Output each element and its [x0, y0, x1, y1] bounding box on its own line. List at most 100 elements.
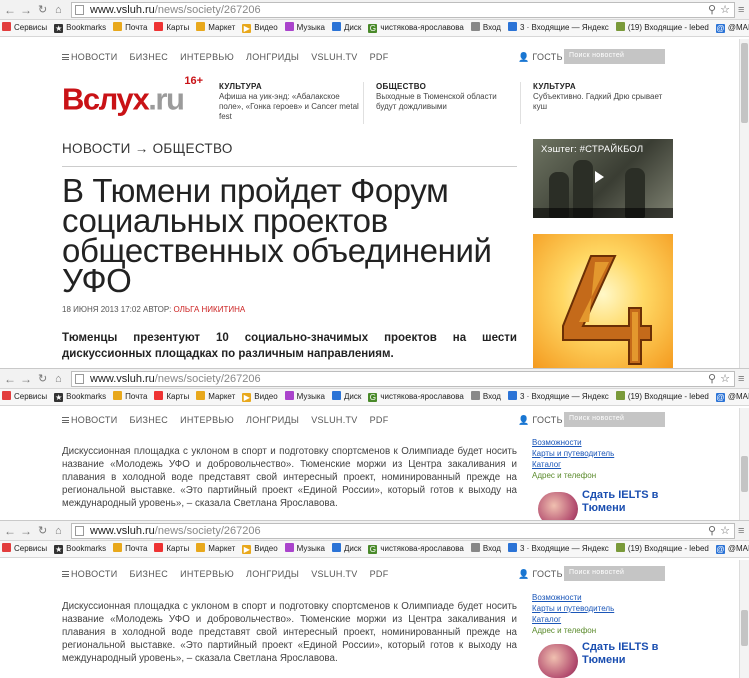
bookmark-item[interactable]: 3 · Входящие — Яндекс: [507, 20, 609, 36]
zoom-icon[interactable]: ⚲: [708, 524, 716, 538]
play-icon[interactable]: [595, 171, 604, 183]
scrollbar-thumb[interactable]: [741, 43, 748, 123]
back-arrow-icon[interactable]: ←: [4, 3, 16, 17]
side-address[interactable]: Адрес и телефон: [532, 625, 670, 636]
bookmark-item[interactable]: Gчистякова-ярославова: [368, 541, 464, 557]
back-arrow-icon[interactable]: ←: [4, 524, 16, 538]
headline-3[interactable]: КУЛЬТУРА Субъективно. Гадкий Дрю срывает …: [533, 82, 668, 112]
scrollbar[interactable]: [739, 39, 749, 368]
nav-item-news[interactable]: НОВОСТИ: [71, 415, 117, 425]
bookmark-item[interactable]: (19) Входящие - lebed: [615, 20, 709, 36]
video-thumbnail[interactable]: Хэштег: #СТРАЙКБОЛ: [533, 139, 673, 218]
bookmark-item[interactable]: Почта: [113, 389, 147, 405]
bookmark-item[interactable]: Сервисы: [2, 541, 47, 557]
hamburger-icon[interactable]: [62, 417, 69, 423]
nav-item-longreads[interactable]: ЛОНГРИДЫ: [246, 569, 299, 579]
menu-icon[interactable]: ≡: [738, 3, 744, 17]
headline-2[interactable]: ОБЩЕСТВО Выходные в Тюменской области буд…: [376, 82, 511, 112]
bookmark-item[interactable]: Почта: [113, 541, 147, 557]
nav-item-tv[interactable]: VSLUH.TV: [311, 52, 357, 62]
star-icon[interactable]: ☆: [720, 524, 730, 538]
bookmark-item[interactable]: ▶ Видео: [242, 20, 278, 36]
bookmark-item[interactable]: Маркет: [196, 389, 235, 405]
side-link[interactable]: Каталог: [532, 459, 670, 470]
bookmark-item[interactable]: ▶ Видео: [242, 389, 278, 405]
nav-item-news[interactable]: НОВОСТИ: [71, 569, 117, 579]
ielts-ad[interactable]: Сдать IELTS в Тюмени: [532, 489, 670, 520]
bookmark-item[interactable]: Вход: [470, 541, 501, 557]
bookmark-item[interactable]: Gчистякова-ярославова: [368, 389, 464, 405]
bookmark-item[interactable]: ★ Bookmarks: [54, 541, 106, 557]
bookmark-item[interactable]: Музыка: [284, 389, 325, 405]
nav-item-business[interactable]: БИЗНЕС: [129, 52, 168, 62]
breadcrumb-society[interactable]: ОБЩЕСТВО: [153, 141, 233, 156]
home-icon[interactable]: ⌂: [55, 3, 62, 17]
bookmark-item[interactable]: Диск: [331, 541, 361, 557]
bookmark-item[interactable]: Вход: [470, 389, 501, 405]
nav-item-pdf[interactable]: PDF: [370, 52, 389, 62]
bookmark-item[interactable]: ▶ Видео: [242, 541, 278, 557]
nav-item-interview[interactable]: ИНТЕРВЬЮ: [180, 569, 234, 579]
scrollbar-thumb[interactable]: [741, 610, 748, 646]
bookmark-item[interactable]: Вход: [470, 20, 501, 36]
reload-icon[interactable]: ↻: [38, 3, 47, 17]
nav-item-business[interactable]: БИЗНЕС: [129, 415, 168, 425]
bookmark-item[interactable]: ★ Bookmarks: [54, 389, 106, 405]
bookmark-item[interactable]: @@MAIL.RU: почта, пои: [715, 541, 749, 557]
search-input[interactable]: Поиск новостей: [564, 49, 665, 64]
star-icon[interactable]: ☆: [720, 3, 730, 17]
article-author[interactable]: ОЛЬГА НИКИТИНА: [174, 305, 246, 314]
url-input[interactable]: www.vsluh.ru/news/society/267206 ⚲ ☆: [71, 2, 735, 18]
nav-item-interview[interactable]: ИНТЕРВЬЮ: [180, 415, 234, 425]
side-address[interactable]: Адрес и телефон: [532, 470, 670, 481]
bookmark-item[interactable]: Маркет: [196, 20, 235, 36]
star-icon[interactable]: ☆: [720, 372, 730, 386]
home-icon[interactable]: ⌂: [55, 524, 62, 538]
menu-icon[interactable]: ≡: [738, 524, 744, 538]
forward-arrow-icon[interactable]: →: [20, 524, 32, 538]
ielts-ad[interactable]: Сдать IELTS в Тюмени: [532, 641, 670, 678]
nav-item-tv[interactable]: VSLUH.TV: [311, 569, 357, 579]
nav-item-interview[interactable]: ИНТЕРВЬЮ: [180, 52, 234, 62]
bookmark-item[interactable]: Диск: [331, 20, 361, 36]
nav-item-tv[interactable]: VSLUH.TV: [311, 415, 357, 425]
guest-login[interactable]: 👤 ГОСТЬ: [518, 569, 563, 580]
breadcrumb-news[interactable]: НОВОСТИ: [62, 141, 131, 156]
bookmark-item[interactable]: Карты: [154, 541, 189, 557]
ad-banner-image[interactable]: [533, 234, 673, 368]
side-link[interactable]: Карты и путеводитель: [532, 603, 670, 614]
side-link[interactable]: Возможности: [532, 592, 670, 603]
bookmark-item[interactable]: Карты: [154, 20, 189, 36]
bookmark-item[interactable]: @@MAIL.RU: почта, пои: [715, 20, 749, 36]
search-input[interactable]: Поиск новостей: [564, 566, 665, 581]
guest-login[interactable]: 👤 ГОСТЬ: [518, 415, 563, 426]
scrollbar-thumb[interactable]: [741, 456, 748, 492]
home-icon[interactable]: ⌂: [55, 372, 62, 386]
headline-1[interactable]: КУЛЬТУРА Афиша на уик-энд: «Абалакское по…: [219, 82, 359, 122]
nav-item-pdf[interactable]: PDF: [370, 415, 389, 425]
nav-item-pdf[interactable]: PDF: [370, 569, 389, 579]
nav-item-longreads[interactable]: ЛОНГРИДЫ: [246, 52, 299, 62]
url-input[interactable]: www.vsluh.ru/news/society/267206 ⚲ ☆: [71, 523, 735, 539]
back-arrow-icon[interactable]: ←: [4, 372, 16, 386]
hamburger-icon[interactable]: [62, 54, 69, 60]
forward-arrow-icon[interactable]: →: [20, 372, 32, 386]
bookmark-item[interactable]: Сервисы: [2, 389, 47, 405]
guest-login[interactable]: 👤 ГОСТЬ: [518, 52, 563, 63]
bookmark-item[interactable]: Gчистякова-ярославова: [368, 20, 464, 36]
reload-icon[interactable]: ↻: [38, 372, 47, 386]
zoom-icon[interactable]: ⚲: [708, 3, 716, 17]
bookmark-item[interactable]: @@MAIL.RU: почта, пои: [715, 389, 749, 405]
bookmark-item[interactable]: 3 · Входящие — Яндекс: [507, 389, 609, 405]
nav-item-business[interactable]: БИЗНЕС: [129, 569, 168, 579]
menu-icon[interactable]: ≡: [738, 372, 744, 386]
bookmark-item[interactable]: (19) Входящие - lebed: [615, 389, 709, 405]
bookmark-item[interactable]: Музыка: [284, 20, 325, 36]
forward-arrow-icon[interactable]: →: [20, 3, 32, 17]
bookmark-item[interactable]: Карты: [154, 389, 189, 405]
bookmark-item[interactable]: Маркет: [196, 541, 235, 557]
bookmark-item[interactable]: 3 · Входящие — Яндекс: [507, 541, 609, 557]
bookmark-item[interactable]: Почта: [113, 20, 147, 36]
hamburger-icon[interactable]: [62, 571, 69, 577]
search-input[interactable]: Поиск новостей: [564, 412, 665, 427]
